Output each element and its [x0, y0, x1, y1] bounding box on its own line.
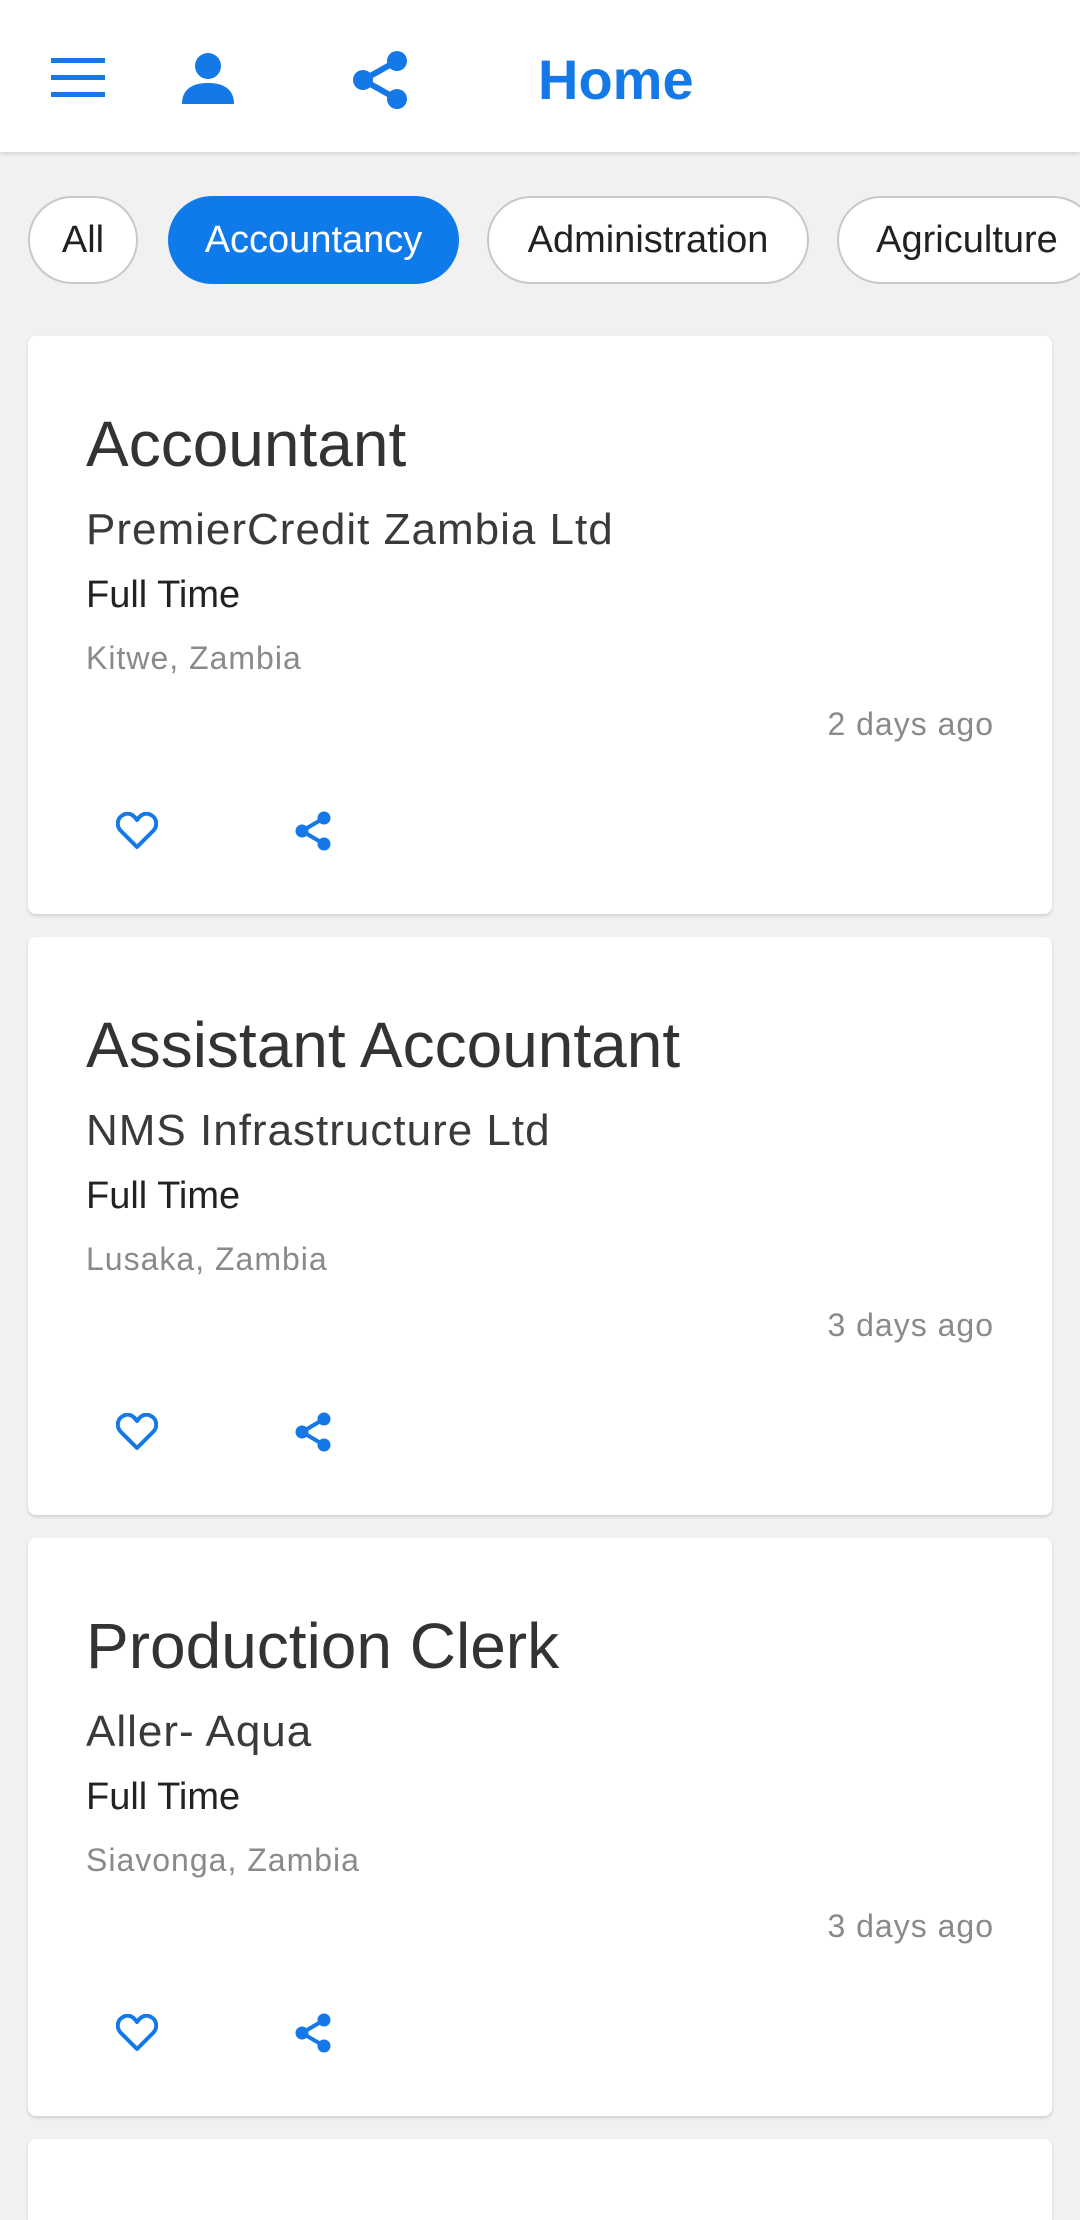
menu-icon[interactable]	[48, 48, 108, 108]
job-type: Full Time	[86, 1175, 241, 1217]
job-type: Full Time	[86, 574, 241, 616]
share-icon[interactable]	[346, 46, 414, 114]
app-bar: Home	[0, 0, 1080, 152]
chip-all[interactable]: All	[28, 196, 138, 284]
chip-agriculture[interactable]: Agriculture	[837, 196, 1080, 284]
job-title: Production Clerk	[86, 1610, 560, 1682]
share-icon	[295, 1412, 331, 1452]
job-card[interactable]: Assistant Accountant NMS Infrastructure …	[28, 937, 1052, 1515]
menu-icon-glyph	[51, 58, 105, 97]
job-type: Full Time	[86, 1776, 241, 1818]
favorite-button[interactable]	[108, 2004, 166, 2062]
job-location: Siavonga, Zambia	[86, 1842, 360, 1878]
company-name: PremierCredit Zambia Ltd	[86, 505, 614, 554]
share-icon-glyph	[353, 51, 407, 109]
job-location: Lusaka, Zambia	[86, 1241, 328, 1277]
company-name: NMS Infrastructure Ltd	[86, 1106, 551, 1155]
share-button[interactable]	[284, 2004, 342, 2062]
person-icon[interactable]	[176, 46, 240, 110]
job-card[interactable]	[28, 2139, 1052, 2220]
category-chips: All Accountancy Administration Agricultu…	[0, 196, 1080, 288]
heart-icon	[116, 812, 158, 849]
person-icon-glyph	[182, 53, 234, 104]
page-title: Home	[538, 48, 694, 111]
posted-time: 3 days ago	[827, 1307, 994, 1343]
share-icon	[295, 2013, 331, 2053]
posted-time: 2 days ago	[827, 706, 994, 742]
favorite-button[interactable]	[108, 1403, 166, 1461]
job-title: Accountant	[86, 408, 407, 480]
company-name: Aller- Aqua	[86, 1707, 313, 1756]
posted-time: 3 days ago	[827, 1908, 994, 1944]
share-icon	[295, 811, 331, 851]
job-title: Assistant Accountant	[86, 1009, 681, 1081]
heart-icon	[116, 1413, 158, 1450]
share-button[interactable]	[284, 1403, 342, 1461]
chip-accountancy[interactable]: Accountancy	[168, 196, 459, 284]
chip-administration[interactable]: Administration	[487, 196, 809, 284]
job-location: Kitwe, Zambia	[86, 640, 302, 676]
favorite-button[interactable]	[108, 802, 166, 860]
heart-icon	[116, 2014, 158, 2051]
share-button[interactable]	[284, 802, 342, 860]
job-card[interactable]: Production Clerk Aller- Aqua Full Time S…	[28, 1538, 1052, 2116]
job-card[interactable]: Accountant PremierCredit Zambia Ltd Full…	[28, 336, 1052, 914]
